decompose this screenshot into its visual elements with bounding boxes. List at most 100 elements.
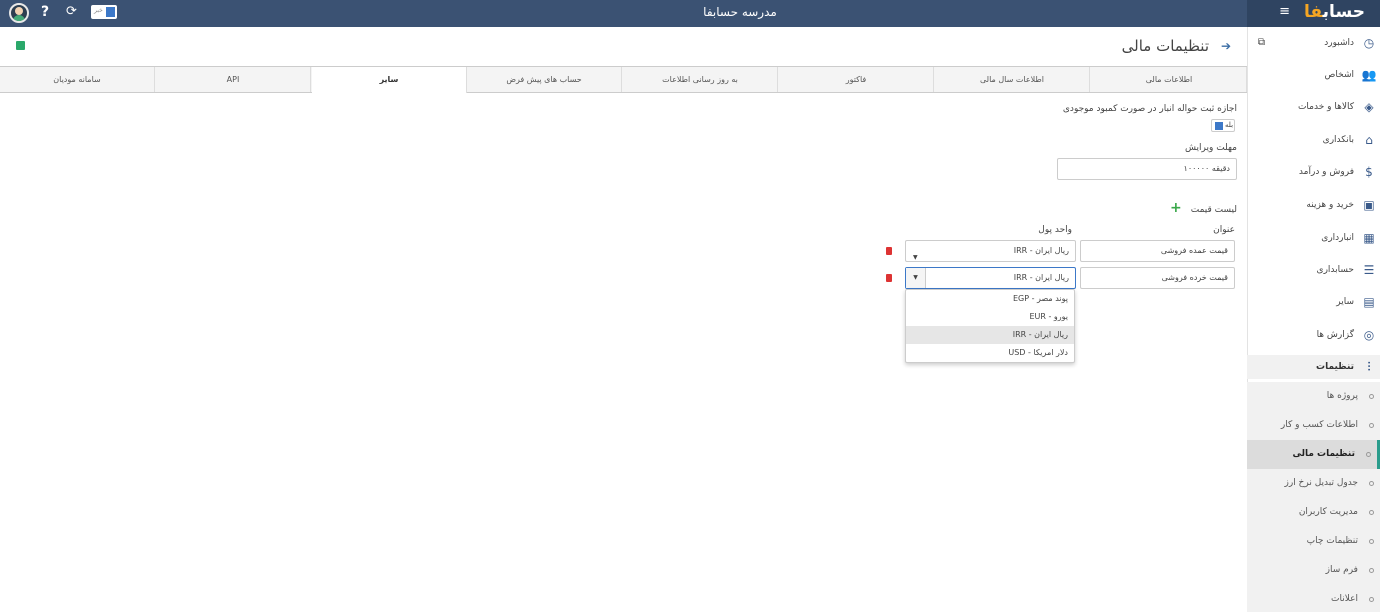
submenu-label: تنظیمات مالی <box>1292 449 1355 459</box>
warehouse-icon: ▦ <box>1363 231 1375 245</box>
sidebar-item-products[interactable]: ◈ کالاها و خدمات <box>1247 95 1380 119</box>
tab-other[interactable]: سایر <box>312 67 467 93</box>
tab-default-accounts[interactable]: حساب های پیش فرض <box>467 67 622 92</box>
sidebar-item-label: کالاها و خدمات <box>1297 102 1354 112</box>
page-title: تنظیمات مالی <box>1121 37 1209 55</box>
other-icon: ▤ <box>1363 295 1375 309</box>
bullet-icon <box>1366 452 1371 457</box>
sidebar-item-label: تنظیمات <box>1316 362 1354 372</box>
submenu-item-notifications[interactable]: اعلانات <box>1247 585 1380 614</box>
currency-dropdown: EGP - پوند مصر EUR - یورو IRR - ریال ایر… <box>905 289 1075 363</box>
submenu-label: مدیریت کاربران <box>1298 507 1358 517</box>
price-title-value: قیمت عمده فروشی <box>1160 246 1228 255</box>
dashboard-icon: ◷ <box>1363 36 1375 50</box>
settings-submenu: پروژه ها اطلاعات کسب و کار تنظیمات مالی … <box>1247 382 1380 612</box>
currency-option-egp[interactable]: EGP - پوند مصر <box>906 290 1074 308</box>
top-bar: ? ⟳ خبر مدرسه حسابفا ≡ حسابفا <box>0 0 1380 27</box>
sidebar-item-settings[interactable]: ⫶ تنظیمات <box>1247 355 1380 379</box>
currency-select[interactable]: ▼ IRR - ریال ایران <box>905 267 1076 289</box>
submenu-label: پروژه ها <box>1326 391 1358 401</box>
report-icon: ◎ <box>1363 328 1375 342</box>
submenu-label: فرم ساز <box>1325 565 1358 575</box>
user-avatar[interactable] <box>9 3 29 23</box>
submenu-label: اطلاعات کسب و کار <box>1280 420 1358 430</box>
submenu-item-print-settings[interactable]: تنظیمات چاپ <box>1247 527 1380 556</box>
sidebar-item-purchases[interactable]: ▣ خرید و هزینه <box>1247 193 1380 217</box>
bullet-icon <box>1369 539 1374 544</box>
ledger-icon: ☰ <box>1363 263 1375 277</box>
allow-negative-stock-checkbox[interactable]: بله <box>1211 119 1235 132</box>
edit-deadline-input[interactable]: ۱۰۰۰۰۰ دقیقه <box>1057 158 1237 180</box>
news-flag-button[interactable]: خبر <box>91 5 117 19</box>
sidebar-item-label: بانکداری <box>1322 135 1354 145</box>
submenu-item-exchange-rates[interactable]: جدول تبدیل نرخ ارز <box>1247 469 1380 498</box>
currency-option-irr[interactable]: IRR - ریال ایران <box>906 326 1074 344</box>
submenu-label: تنظیمات چاپ <box>1306 536 1358 546</box>
back-arrow-icon[interactable]: ➔ <box>1221 39 1231 53</box>
price-title-input[interactable]: قیمت خرده فروشی <box>1080 267 1235 289</box>
delete-row-icon[interactable] <box>886 247 892 255</box>
news-flag-label: خبر <box>94 7 103 14</box>
brand-area: ≡ حسابفا <box>1247 0 1380 27</box>
tab-invoice[interactable]: فاکتور <box>779 67 934 92</box>
wallet-icon: ▣ <box>1363 198 1375 212</box>
sidebar-item-label: خرید و هزینه <box>1306 200 1354 210</box>
submenu-item-business-info[interactable]: اطلاعات کسب و کار <box>1247 411 1380 440</box>
menu-icon[interactable]: ≡ <box>1279 4 1290 19</box>
logo-accent: فا <box>1304 2 1323 22</box>
tab-taxpayer-system[interactable]: سامانه مودیان <box>0 67 155 92</box>
price-list-label: لیست قیمت <box>1190 205 1237 215</box>
delete-row-icon[interactable] <box>886 274 892 282</box>
sidebar-item-label: انبارداری <box>1321 233 1354 243</box>
sidebar-item-banking[interactable]: ⌂ بانکداری <box>1247 128 1380 152</box>
checkbox-value: بله <box>1225 121 1234 129</box>
logo-main: حساب <box>1322 2 1366 22</box>
sidebar-item-reports[interactable]: ◎ گزارش ها <box>1247 323 1380 347</box>
currency-option-usd[interactable]: USD - دلار امریکا <box>906 344 1074 362</box>
submenu-item-user-management[interactable]: مدیریت کاربران <box>1247 498 1380 527</box>
tab-data-update[interactable]: به روز رسانی اطلاعات <box>623 67 778 92</box>
edit-deadline-label: مهلت ویرایش <box>1185 143 1237 153</box>
column-title-header: عنوان <box>1213 225 1235 235</box>
allow-negative-stock-label: اجازه ثبت حواله انبار در صورت کمبود موجو… <box>1062 104 1237 114</box>
submenu-item-financial-settings[interactable]: تنظیمات مالی <box>1247 440 1380 469</box>
bullet-icon <box>1369 568 1374 573</box>
save-icon[interactable] <box>16 41 25 50</box>
sidebar-item-sales[interactable]: $ فروش و درآمد <box>1247 160 1380 184</box>
sidebar-item-label: گزارش ها <box>1316 330 1354 340</box>
sidebar-item-accounting[interactable]: ☰ حسابداری <box>1247 258 1380 282</box>
bullet-icon <box>1369 423 1374 428</box>
submenu-item-projects[interactable]: پروژه ها <box>1247 382 1380 411</box>
sidebar-item-dashboard[interactable]: ◷ داشبورد <box>1247 31 1380 55</box>
currency-option-eur[interactable]: EUR - یورو <box>906 308 1074 326</box>
sidebar: ⧉ ◷ داشبورد 👥 اشخاص ◈ کالاها و خدمات ⌂ بانکد… <box>1247 27 1380 612</box>
refresh-icon[interactable]: ⟳ <box>66 4 77 19</box>
chevron-down-icon: ▼ <box>913 254 918 261</box>
sidebar-item-label: سایر <box>1336 297 1354 307</box>
sidebar-item-warehouse[interactable]: ▦ انبارداری <box>1247 226 1380 250</box>
sidebar-item-label: داشبورد <box>1324 38 1354 48</box>
tab-financial-info[interactable]: اطلاعات مالی <box>1092 67 1247 92</box>
logo[interactable]: حسابفا <box>1304 2 1365 22</box>
edit-deadline-value: ۱۰۰۰۰۰ دقیقه <box>1183 164 1230 173</box>
tab-fiscal-year-info[interactable]: اطلاعات سال مالی <box>935 67 1090 92</box>
settings-tabs: اطلاعات مالی اطلاعات سال مالی فاکتور به … <box>0 66 1247 93</box>
currency-value: IRR - ریال ایران <box>1013 246 1069 255</box>
sidebar-item-people[interactable]: 👥 اشخاص <box>1247 63 1380 87</box>
bank-icon: ⌂ <box>1365 133 1373 147</box>
people-icon: 👥 <box>1361 68 1377 82</box>
add-price-list-button[interactable]: + <box>1170 200 1182 216</box>
tab-api[interactable]: API <box>156 67 311 92</box>
price-title-input[interactable]: قیمت عمده فروشی <box>1080 240 1235 262</box>
submenu-item-form-builder[interactable]: فرم ساز <box>1247 556 1380 585</box>
chevron-down-icon: ▼ <box>906 268 926 288</box>
help-icon[interactable]: ? <box>41 4 49 20</box>
currency-value: IRR - ریال ایران <box>1013 273 1069 282</box>
price-title-value: قیمت خرده فروشی <box>1161 273 1228 282</box>
column-currency-header: واحد پول <box>1038 225 1072 235</box>
sidebar-item-other[interactable]: ▤ سایر <box>1247 290 1380 314</box>
currency-select[interactable]: ▼ IRR - ریال ایران <box>905 240 1076 262</box>
sidebar-item-label: فروش و درآمد <box>1298 167 1354 177</box>
bullet-icon <box>1369 481 1374 486</box>
bullet-icon <box>1369 394 1374 399</box>
